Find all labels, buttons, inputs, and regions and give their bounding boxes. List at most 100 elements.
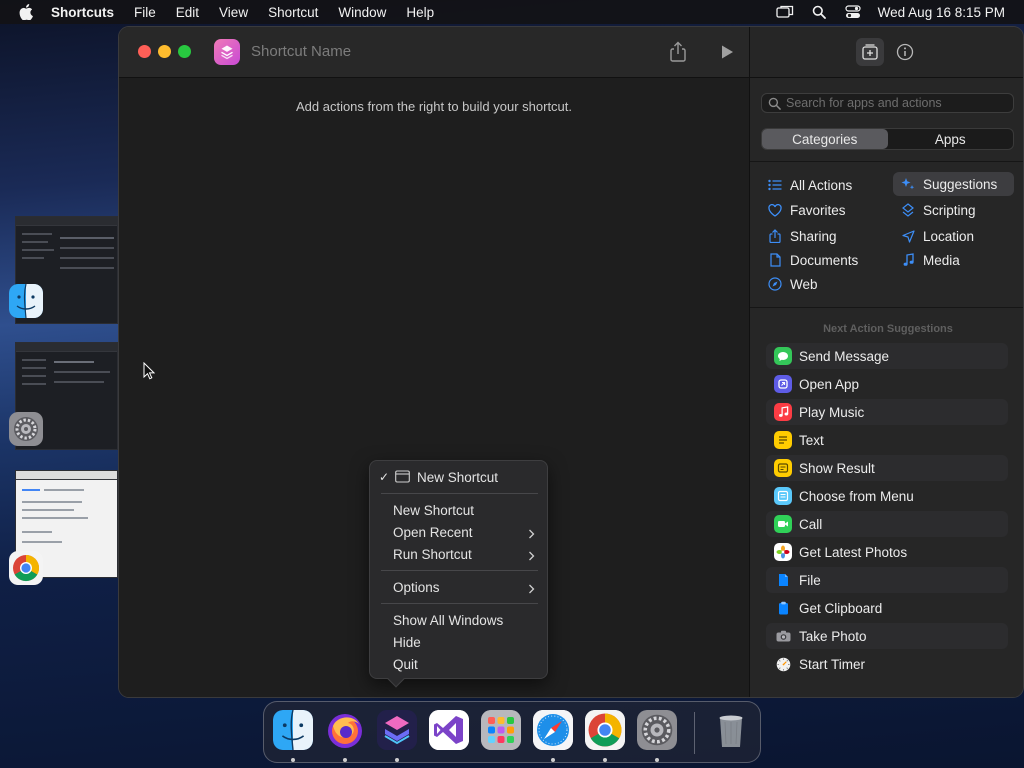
menu-item-label: Options <box>393 579 440 595</box>
suggestion-call[interactable]: Call <box>766 511 1008 537</box>
zoom-window-button[interactable] <box>178 45 191 58</box>
suggestion-file[interactable]: File <box>766 567 1008 593</box>
close-window-button[interactable] <box>138 45 151 58</box>
mouse-pointer-icon <box>143 361 156 380</box>
text-icon <box>774 431 792 449</box>
sparkle-icon <box>901 177 915 191</box>
running-indicator <box>395 758 399 762</box>
finder-icon[interactable] <box>273 710 313 750</box>
menu-item-open-recent[interactable]: Open Recent <box>370 521 549 543</box>
menu-item-window-new-shortcut[interactable]: ✓ New Shortcut <box>370 466 549 488</box>
suggestion-send-message[interactable]: Send Message <box>766 343 1008 369</box>
finder-icon[interactable] <box>9 284 43 318</box>
menu-item-options[interactable]: Options <box>370 576 549 598</box>
action-search-field[interactable] <box>761 93 1014 113</box>
menu-item-run-shortcut[interactable]: Run Shortcut <box>370 543 549 565</box>
dock <box>263 701 761 763</box>
category-label: Favorites <box>790 202 846 218</box>
sidebar-toolbar <box>750 27 1023 78</box>
action-library-sidebar: Categories Apps All Actions Favorites Sh… <box>749 27 1023 697</box>
chrome-icon[interactable] <box>9 551 43 585</box>
suggestion-open-app[interactable]: Open App <box>766 371 1008 397</box>
suggestion-show-result[interactable]: Show Result <box>766 455 1008 481</box>
suggestion-label: Call <box>799 516 823 532</box>
chevron-right-icon <box>528 582 535 594</box>
settings-icon[interactable] <box>637 710 677 750</box>
category-label: Media <box>923 252 960 268</box>
visual-studio-icon[interactable] <box>429 710 469 750</box>
menubar-clock[interactable]: Wed Aug 16 8:15 PM <box>878 5 1005 20</box>
control-center-icon[interactable] <box>844 5 862 19</box>
heart-icon <box>768 203 782 217</box>
suggestion-get-clipboard[interactable]: Get Clipboard <box>766 595 1008 621</box>
category-label: Sharing <box>790 228 837 244</box>
suggestion-take-photo[interactable]: Take Photo <box>766 623 1008 649</box>
menu-item-label: Quit <box>393 656 418 672</box>
share-icon[interactable] <box>668 41 688 63</box>
chrome-icon[interactable] <box>585 710 625 750</box>
info-icon[interactable] <box>896 43 914 61</box>
menu-item-label: Show All Windows <box>393 612 504 628</box>
category-label: Scripting <box>923 202 976 218</box>
category-label: Location <box>923 228 975 244</box>
minimize-window-button[interactable] <box>158 45 171 58</box>
camera-icon <box>774 627 792 645</box>
window-icon <box>395 470 410 483</box>
launchpad-icon[interactable] <box>481 710 521 750</box>
menu-shortcuts[interactable]: Shortcuts <box>51 5 114 20</box>
settings-icon[interactable] <box>9 412 43 446</box>
tab-categories[interactable]: Categories <box>762 129 888 149</box>
category-media[interactable]: Media <box>901 248 960 272</box>
menu-item-label: Hide <box>393 634 421 650</box>
editor-empty-hint: Add actions from the right to build your… <box>295 99 573 114</box>
suggestion-text[interactable]: Text <box>766 427 1008 453</box>
menu-edit[interactable]: Edit <box>176 5 199 20</box>
menu-help[interactable]: Help <box>406 5 434 20</box>
suggestion-play-music[interactable]: Play Music <box>766 399 1008 425</box>
category-label: Web <box>790 276 818 292</box>
shortcuts-icon[interactable] <box>377 710 417 750</box>
shortcut-glyph-icon[interactable] <box>214 39 240 65</box>
category-suggestions[interactable]: Suggestions <box>893 172 1014 196</box>
apple-logo-icon[interactable] <box>19 4 33 20</box>
spotlight-search-icon[interactable] <box>810 5 828 19</box>
menu-item-show-all-windows[interactable]: Show All Windows <box>370 609 549 631</box>
menu-shortcut[interactable]: Shortcut <box>268 5 318 20</box>
menu-file[interactable]: File <box>134 5 156 20</box>
category-location[interactable]: Location <box>901 224 974 248</box>
run-shortcut-play-icon[interactable] <box>719 44 735 60</box>
shortcut-name-field[interactable]: Shortcut Name <box>251 43 351 60</box>
suggestion-label: Show Result <box>799 460 875 476</box>
menu-icon <box>774 487 792 505</box>
suggestion-label: Choose from Menu <box>799 488 914 504</box>
category-all-actions[interactable]: All Actions <box>768 173 852 197</box>
suggestion-label: Get Clipboard <box>799 600 883 616</box>
firefox-icon[interactable] <box>325 710 365 750</box>
menu-view[interactable]: View <box>219 5 248 20</box>
screen-mirroring-icon[interactable] <box>776 5 794 19</box>
compass-icon <box>768 277 782 291</box>
suggestion-label: Start Timer <box>799 656 866 672</box>
safari-icon[interactable] <box>533 710 573 750</box>
tab-apps[interactable]: Apps <box>888 129 1014 149</box>
title-bar: Shortcut Name <box>119 27 749 78</box>
category-web[interactable]: Web <box>768 272 818 296</box>
list-icon <box>768 178 782 192</box>
trash-icon[interactable] <box>711 710 751 750</box>
dock-context-menu: ✓ New Shortcut New Shortcut Open Recent … <box>369 460 549 688</box>
search-input[interactable] <box>782 96 1013 110</box>
menu-item-hide[interactable]: Hide <box>370 631 549 653</box>
shortcut-editor-window: Shortcut Name Add actions from the right… <box>118 26 1024 698</box>
suggestion-start-timer[interactable]: Start Timer <box>766 651 1008 677</box>
add-to-library-icon[interactable] <box>856 38 884 66</box>
category-scripting[interactable]: Scripting <box>901 198 976 222</box>
menu-window[interactable]: Window <box>338 5 386 20</box>
suggestion-get-latest-photos[interactable]: Get Latest Photos <box>766 539 1008 565</box>
category-favorites[interactable]: Favorites <box>768 198 846 222</box>
share-icon <box>768 229 782 243</box>
running-indicator <box>291 758 295 762</box>
suggestion-choose-from-menu[interactable]: Choose from Menu <box>766 483 1008 509</box>
menu-item-new-shortcut[interactable]: New Shortcut <box>370 499 549 521</box>
category-sharing[interactable]: Sharing <box>768 224 837 248</box>
category-documents[interactable]: Documents <box>768 248 858 272</box>
